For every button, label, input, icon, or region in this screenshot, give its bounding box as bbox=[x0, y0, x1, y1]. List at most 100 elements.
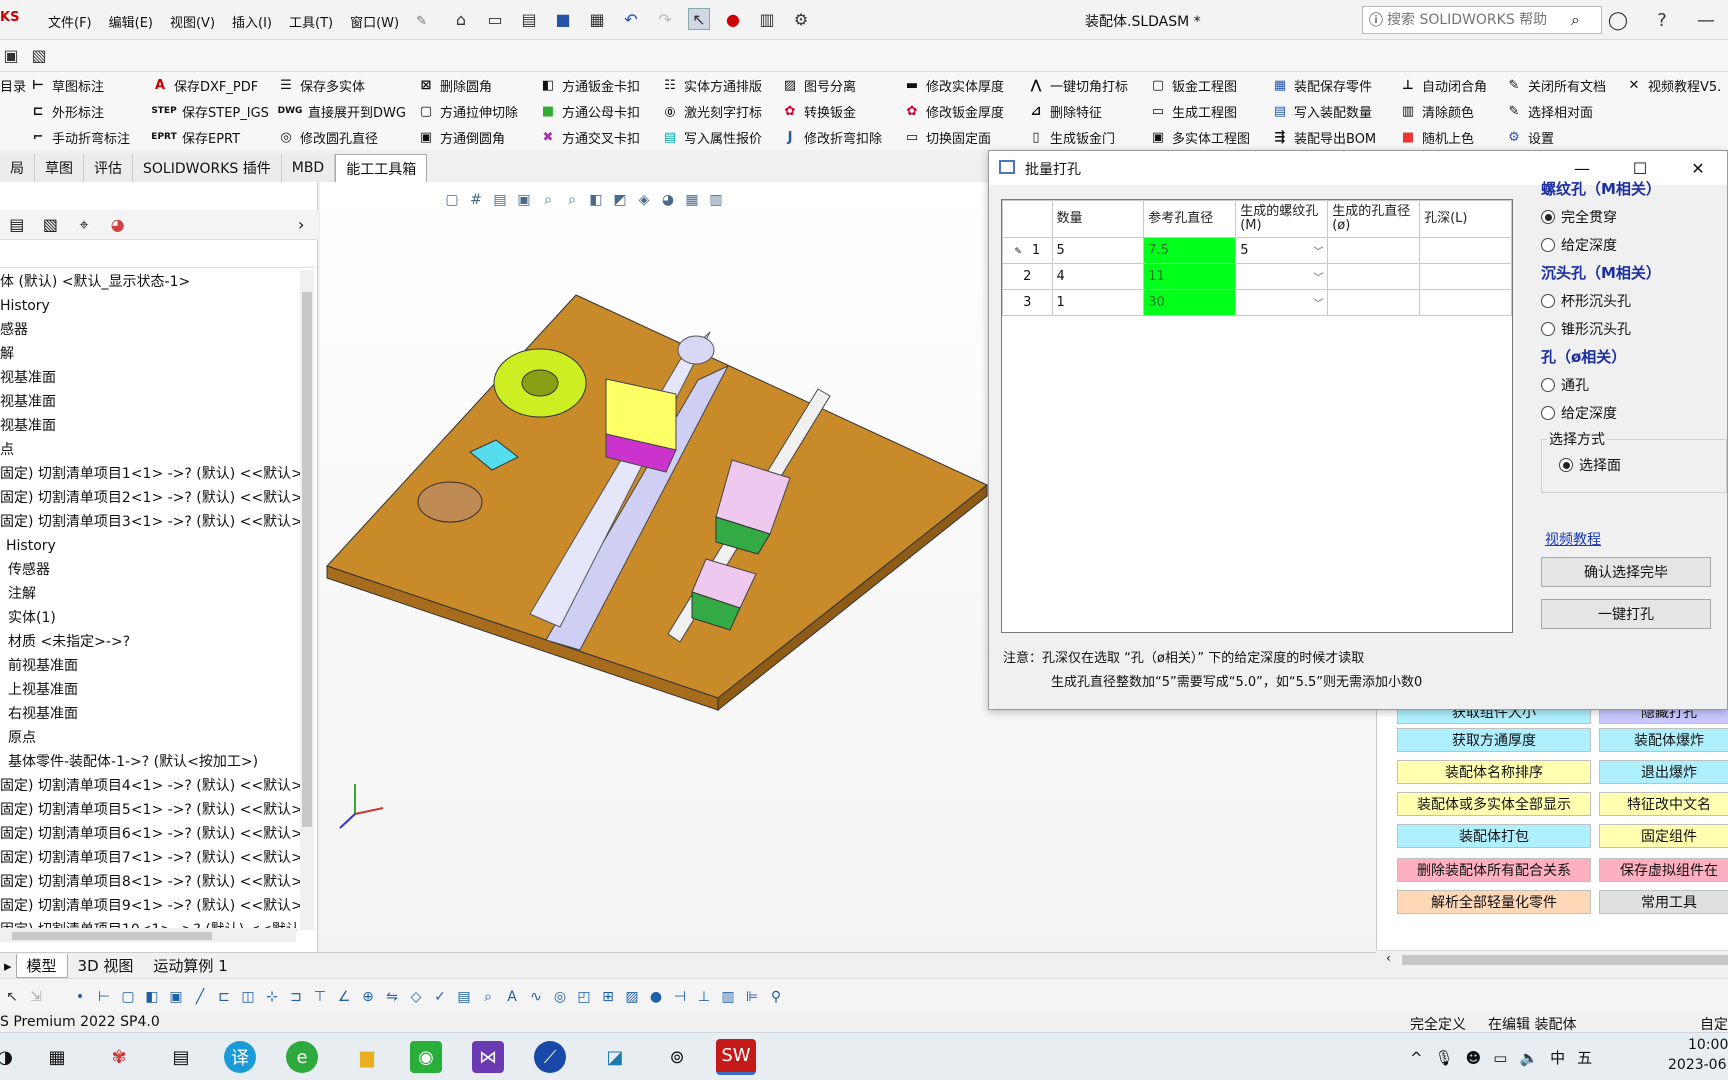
view-orientation-icon[interactable]: ▣ bbox=[512, 189, 536, 211]
hole-depth-cell[interactable] bbox=[1419, 237, 1512, 264]
radio-icon[interactable] bbox=[1541, 406, 1555, 420]
account-icon[interactable]: ◯ bbox=[1596, 0, 1640, 40]
search-icon[interactable]: ⌕ bbox=[1571, 10, 1580, 30]
3d-view-icon[interactable]: ▢ bbox=[440, 189, 464, 211]
clock-time[interactable]: 10:00 bbox=[1688, 1037, 1728, 1053]
dimension-tool-icon[interactable]: ⊏ bbox=[212, 982, 236, 1012]
sort-assembly-names-button[interactable]: 装配体名称排序 bbox=[1397, 760, 1591, 784]
section-view-icon[interactable]: ▤ bbox=[488, 189, 512, 211]
appearance-icon[interactable]: ◕ bbox=[101, 211, 135, 239]
tree-item[interactable]: 固定) 切割清单项目5<1> ->? (默认) <<默认> bbox=[0, 798, 300, 822]
network-icon[interactable]: ▭ bbox=[1493, 1049, 1507, 1067]
thread-select-cell[interactable]: 5 ﹀ bbox=[1235, 237, 1329, 264]
tree-item[interactable]: 固定) 切割清单项目3<1> ->? (默认) <<默认> bbox=[0, 510, 300, 534]
tree-item[interactable]: 实体(1) bbox=[0, 606, 300, 630]
tree-item[interactable]: 固定) 切割清单项目9<1> ->? (默认) <<默认> bbox=[0, 894, 300, 918]
hole-diameter-cell[interactable] bbox=[1327, 237, 1421, 264]
tree-item[interactable]: History bbox=[0, 534, 300, 558]
microphone-icon[interactable]: 🎙 bbox=[1435, 1049, 1454, 1067]
tree-item[interactable]: 解 bbox=[0, 342, 300, 366]
filter-icon[interactable]: ⇲ bbox=[24, 982, 48, 1012]
confirm-selection-button[interactable]: 确认选择完毕 bbox=[1541, 557, 1711, 587]
ribbon-sheet-door[interactable]: ▯ 生成钣金门 bbox=[1028, 124, 1128, 150]
tab-solidworks-addins[interactable]: SOLIDWORKS 插件 bbox=[133, 154, 282, 182]
menu-insert[interactable]: 插入(I) bbox=[232, 12, 272, 31]
common-tools-button[interactable]: 常用工具 bbox=[1599, 890, 1728, 914]
ribbon-auto-close-corner[interactable]: ⊥ 自动闭合角 bbox=[1400, 72, 1487, 98]
quantity-cell[interactable]: 1 bbox=[1051, 289, 1145, 316]
rectangle-icon[interactable]: ⊐ bbox=[284, 982, 308, 1012]
menu-view[interactable]: 视图(V) bbox=[170, 12, 215, 31]
ribbon-video-tutorial[interactable]: ✕ 视频教程V5. bbox=[1626, 72, 1722, 98]
ribbon-save-dxf[interactable]: A 保存DXF_PDF bbox=[152, 72, 269, 98]
ruler-icon[interactable]: ⊫ bbox=[740, 982, 764, 1012]
ribbon-body-thickness[interactable]: ▬ 修改实体厚度 bbox=[904, 72, 1004, 98]
hole-diameter-cell[interactable] bbox=[1327, 289, 1421, 316]
select-icon[interactable]: ↖ bbox=[688, 8, 710, 30]
ime-mode-indicator[interactable]: 五 bbox=[1577, 1047, 1592, 1068]
ribbon-sheet-drawing[interactable]: ▢ 钣金工程图 bbox=[1150, 72, 1250, 98]
ribbon-tube-snap[interactable]: ◧ 方通钣金卡扣 bbox=[540, 72, 640, 98]
pin-tool-icon[interactable]: ⚲ bbox=[764, 982, 788, 1012]
file-properties-icon[interactable]: ▥ bbox=[756, 8, 778, 30]
toolbox-scrollbar[interactable]: ‹ bbox=[1376, 950, 1728, 968]
ribbon-multibody-drawing[interactable]: ▣ 多实体工程图 bbox=[1150, 124, 1250, 150]
angle-icon[interactable]: ∠ bbox=[332, 982, 356, 1012]
tag-icon[interactable]: ◇ bbox=[404, 982, 428, 1012]
ribbon-laser-mark[interactable]: ⓪ 激光刻字打标 bbox=[662, 98, 762, 124]
radio-thread-blind[interactable]: 给定深度 bbox=[1541, 231, 1728, 259]
tree-item[interactable]: 传感器 bbox=[0, 558, 300, 582]
help-icon[interactable]: ? bbox=[1640, 0, 1684, 40]
ribbon-convert-sheet[interactable]: ✿ 转换钣金 bbox=[782, 98, 882, 124]
radio-icon[interactable] bbox=[1541, 238, 1555, 252]
tree-item[interactable]: 基体零件-装配体-1->? (默认<按加工>) bbox=[0, 750, 300, 774]
chevron-down-icon[interactable]: ﹀ bbox=[1313, 295, 1323, 310]
custom-status[interactable]: 自定 bbox=[1700, 1014, 1728, 1034]
ribbon-save-step[interactable]: STEP 保存STEP_IGS bbox=[151, 98, 269, 124]
point-icon[interactable]: • bbox=[68, 982, 92, 1012]
fix-component-button[interactable]: 固定组件 bbox=[1599, 824, 1728, 848]
curve-icon[interactable]: ∿ bbox=[524, 982, 548, 1012]
pin-icon[interactable]: ✎ bbox=[416, 14, 427, 29]
new-file-icon[interactable]: ▭ bbox=[484, 8, 506, 30]
radio-selected-icon[interactable] bbox=[1541, 210, 1555, 224]
ribbon-write-quote[interactable]: ▤ 写入属性报价 bbox=[662, 124, 762, 150]
open-icon[interactable]: ▤ bbox=[518, 8, 540, 30]
assembly-icon[interactable]: ▣ bbox=[0, 45, 22, 67]
configuration-icon[interactable]: ⌖ bbox=[67, 211, 101, 239]
start-icon[interactable]: ◑ bbox=[0, 1039, 24, 1075]
block-icon[interactable]: ◧ bbox=[140, 982, 164, 1012]
grid-icon[interactable]: # bbox=[464, 189, 488, 211]
print-icon[interactable]: ▦ bbox=[586, 8, 608, 30]
ribbon-save-parts[interactable]: ▦ 装配保存零件 bbox=[1272, 72, 1376, 98]
radio-thru-hole[interactable]: 通孔 bbox=[1541, 371, 1728, 399]
pack-assembly-button[interactable]: 装配体打包 bbox=[1397, 824, 1591, 848]
wechat-icon[interactable]: ◉ bbox=[410, 1041, 442, 1073]
tree-item[interactable]: History bbox=[0, 294, 300, 318]
tree-item[interactable]: 点 bbox=[0, 438, 300, 462]
select-arrow-icon[interactable]: ↖ bbox=[0, 982, 24, 1012]
ribbon-delete-feature[interactable]: ⊿ 删除特征 bbox=[1028, 98, 1128, 124]
tree-item[interactable]: 原点 bbox=[0, 726, 300, 750]
chevron-down-icon[interactable]: ﹀ bbox=[1313, 243, 1323, 258]
smart-dim-icon[interactable]: ⊤ bbox=[308, 982, 332, 1012]
ribbon-modify-hole[interactable]: ◎ 修改圆孔直径 bbox=[278, 124, 406, 150]
ribbon-tube-male-female[interactable]: ■ 方通公母卡扣 bbox=[540, 98, 640, 124]
quantity-cell[interactable]: 5 bbox=[1051, 237, 1145, 264]
save-virtual-button[interactable]: 保存虚拟组件在 bbox=[1599, 858, 1728, 882]
layer-icon[interactable]: ▥ bbox=[716, 982, 740, 1012]
zoom-area-icon[interactable]: ⌕ bbox=[560, 189, 584, 211]
solidworks-taskbar-icon[interactable]: SW bbox=[716, 1039, 756, 1075]
get-tube-thickness-button[interactable]: 获取方通厚度 bbox=[1397, 728, 1591, 752]
ribbon-tube-cross[interactable]: ✖ 方通交叉卡扣 bbox=[540, 124, 640, 150]
tree-item[interactable]: 材质 <未指定>->? bbox=[0, 630, 300, 654]
feature-tree-icon[interactable]: ▤ bbox=[0, 211, 34, 239]
ribbon-select-opposite[interactable]: ✎ 选择相对面 bbox=[1506, 98, 1606, 124]
redo-icon[interactable]: ↷ bbox=[654, 8, 676, 30]
browser-icon[interactable]: e bbox=[286, 1041, 318, 1073]
scroll-left-icon[interactable]: ‹ bbox=[1386, 951, 1391, 965]
tree-item[interactable]: 注解 bbox=[0, 582, 300, 606]
link-icon[interactable]: ⇋ bbox=[380, 982, 404, 1012]
sphere-icon[interactable]: ● bbox=[644, 982, 668, 1012]
tab-layout[interactable]: 局 bbox=[0, 154, 35, 182]
